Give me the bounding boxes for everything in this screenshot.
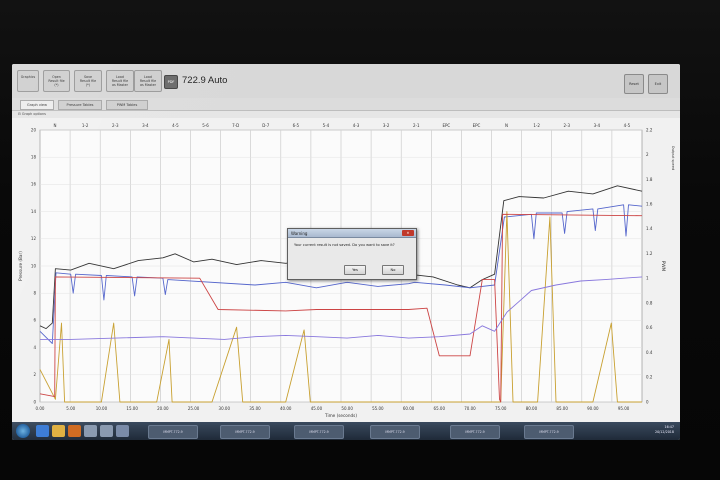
x-tick-label: 50.00 — [341, 406, 353, 411]
x-tick-label: 75.00 — [495, 406, 507, 411]
taskbar-task[interactable]: MMPT-772.9 — [524, 425, 574, 439]
no-button[interactable]: No — [382, 265, 404, 275]
gear-label: 1-2 — [82, 123, 89, 128]
view-tabs: Graph view Pressure Tables PWM Tables — [12, 98, 680, 111]
open-result-button[interactable]: Open Result file (*) — [43, 70, 70, 92]
monitor-screen: Graphics Open Result file (*) Save Resul… — [12, 64, 680, 440]
gear-label: 2-1 — [413, 123, 420, 128]
x-tick-label: 95.00 — [618, 406, 630, 411]
y2-tick-label: 1.8 — [646, 177, 653, 182]
x-tick-label: 70.00 — [464, 406, 476, 411]
warning-dialog: Warning ✕ Your current result is not sav… — [287, 228, 417, 280]
app-icon[interactable] — [116, 425, 129, 437]
tab-pressure-tables[interactable]: Pressure Tables — [58, 100, 102, 110]
x-tick-label: 0.00 — [36, 406, 45, 411]
dialog-title: Warning — [288, 229, 416, 238]
x-tick-label: 5.00 — [66, 406, 75, 411]
tab-pwm-tables[interactable]: PWM Tables — [106, 100, 148, 110]
app-toolbar: Graphics Open Result file (*) Save Resul… — [12, 64, 680, 99]
gear-label: 1-2 — [533, 123, 540, 128]
app-title: 722.9 Auto — [182, 75, 228, 86]
gear-label: 4-3 — [353, 123, 360, 128]
close-icon[interactable]: ✕ — [402, 230, 414, 236]
x-tick-label: 40.00 — [280, 406, 292, 411]
gear-label: 4-5 — [624, 123, 631, 128]
gear-label: 7-D — [232, 123, 239, 128]
gear-label: EPC — [473, 123, 481, 128]
y2-tick-label: 0.2 — [646, 375, 653, 380]
yes-button[interactable]: Yes — [344, 265, 366, 275]
y-axis-title: Pressure (Bar) — [18, 251, 23, 281]
y-tick-label: 14 — [31, 209, 37, 214]
load-master-button-1[interactable]: Load Result file as Master — [106, 70, 134, 92]
tab-graph-view[interactable]: Graph view — [20, 100, 54, 110]
gear-label: 2-3 — [112, 123, 119, 128]
media-player-icon[interactable] — [68, 425, 81, 437]
save-result-button[interactable]: Save Result file (*) — [74, 70, 102, 92]
x-tick-label: 55.00 — [372, 406, 384, 411]
gear-label: 5-4 — [323, 123, 330, 128]
x-tick-label: 85.00 — [556, 406, 568, 411]
windows-taskbar: MMPT-772.9 MMPT-772.9 MMPT-772.9 MMPT-77… — [12, 422, 680, 440]
y-tick-label: 18 — [31, 155, 37, 160]
x-tick-label: 80.00 — [526, 406, 538, 411]
x-axis-title: Time (seconds) — [324, 413, 357, 418]
y-tick-label: 16 — [31, 182, 37, 187]
y2-axis-title: PWM — [661, 261, 666, 272]
y2-tick-label: 1.2 — [646, 251, 653, 256]
taskbar-task[interactable]: MMPT-772.9 — [370, 425, 420, 439]
browser-icon[interactable] — [36, 425, 49, 437]
x-tick-label: 45.00 — [311, 406, 323, 411]
gear-label: 3-2 — [383, 123, 390, 128]
graph-options-toggle[interactable]: ⊟ Graph options — [18, 112, 46, 116]
x-tick-label: 30.00 — [219, 406, 231, 411]
gear-label: 2-3 — [563, 123, 570, 128]
gear-label: N — [54, 123, 57, 128]
gear-label: 5-6 — [202, 123, 209, 128]
x-tick-label: 35.00 — [249, 406, 261, 411]
clock-date: 20/12/2018 — [654, 430, 674, 434]
y3-axis-title: Output speed — [671, 146, 675, 170]
load-master-button-2[interactable]: Load Result file as Master — [134, 70, 162, 92]
start-button[interactable] — [16, 424, 30, 438]
y2-tick-label: 2.2 — [646, 127, 653, 132]
gear-label: EPC — [442, 123, 450, 128]
expand-icon: ⊟ — [18, 112, 21, 116]
taskbar-task[interactable]: MMPT-772.9 — [294, 425, 344, 439]
taskbar-task[interactable]: MMPT-772.9 — [450, 425, 500, 439]
gear-label: N — [505, 123, 508, 128]
gear-label: 6-5 — [293, 123, 300, 128]
graph-options-label: Graph options — [21, 112, 46, 116]
x-tick-label: 60.00 — [403, 406, 415, 411]
reset-button[interactable]: Reset — [624, 74, 644, 94]
y-tick-label: 20 — [31, 127, 37, 132]
y-tick-label: 10 — [31, 263, 37, 268]
gear-label: D-7 — [262, 123, 270, 128]
x-tick-label: 65.00 — [434, 406, 446, 411]
dialog-message: Your current result is not saved. Do you… — [294, 243, 395, 247]
graphics-button[interactable]: Graphics — [17, 70, 39, 92]
y2-tick-label: 0.4 — [646, 350, 653, 355]
gear-label: 3-4 — [594, 123, 601, 128]
x-tick-label: 90.00 — [587, 406, 599, 411]
gear-label: 4-5 — [172, 123, 179, 128]
app-icon[interactable] — [84, 425, 97, 437]
y2-tick-label: 0.8 — [646, 300, 653, 305]
y2-tick-label: 1.6 — [646, 201, 653, 206]
gear-label: 3-4 — [142, 123, 149, 128]
folder-icon[interactable] — [52, 425, 65, 437]
document-badge: PDF — [164, 75, 178, 89]
x-tick-label: 10.00 — [96, 406, 108, 411]
x-tick-label: 20.00 — [157, 406, 169, 411]
taskbar-task[interactable]: MMPT-772.9 — [148, 425, 198, 439]
taskbar-task[interactable]: MMPT-772.9 — [220, 425, 270, 439]
y2-tick-label: 0.6 — [646, 325, 653, 330]
y-tick-label: 12 — [31, 236, 37, 241]
x-tick-label: 15.00 — [126, 406, 138, 411]
x-tick-label: 25.00 — [188, 406, 200, 411]
y2-tick-label: 1.4 — [646, 226, 653, 231]
system-clock[interactable]: 16:47 20/12/2018 — [655, 425, 674, 435]
exit-button[interactable]: Exit — [648, 74, 668, 94]
app-icon[interactable] — [100, 425, 113, 437]
